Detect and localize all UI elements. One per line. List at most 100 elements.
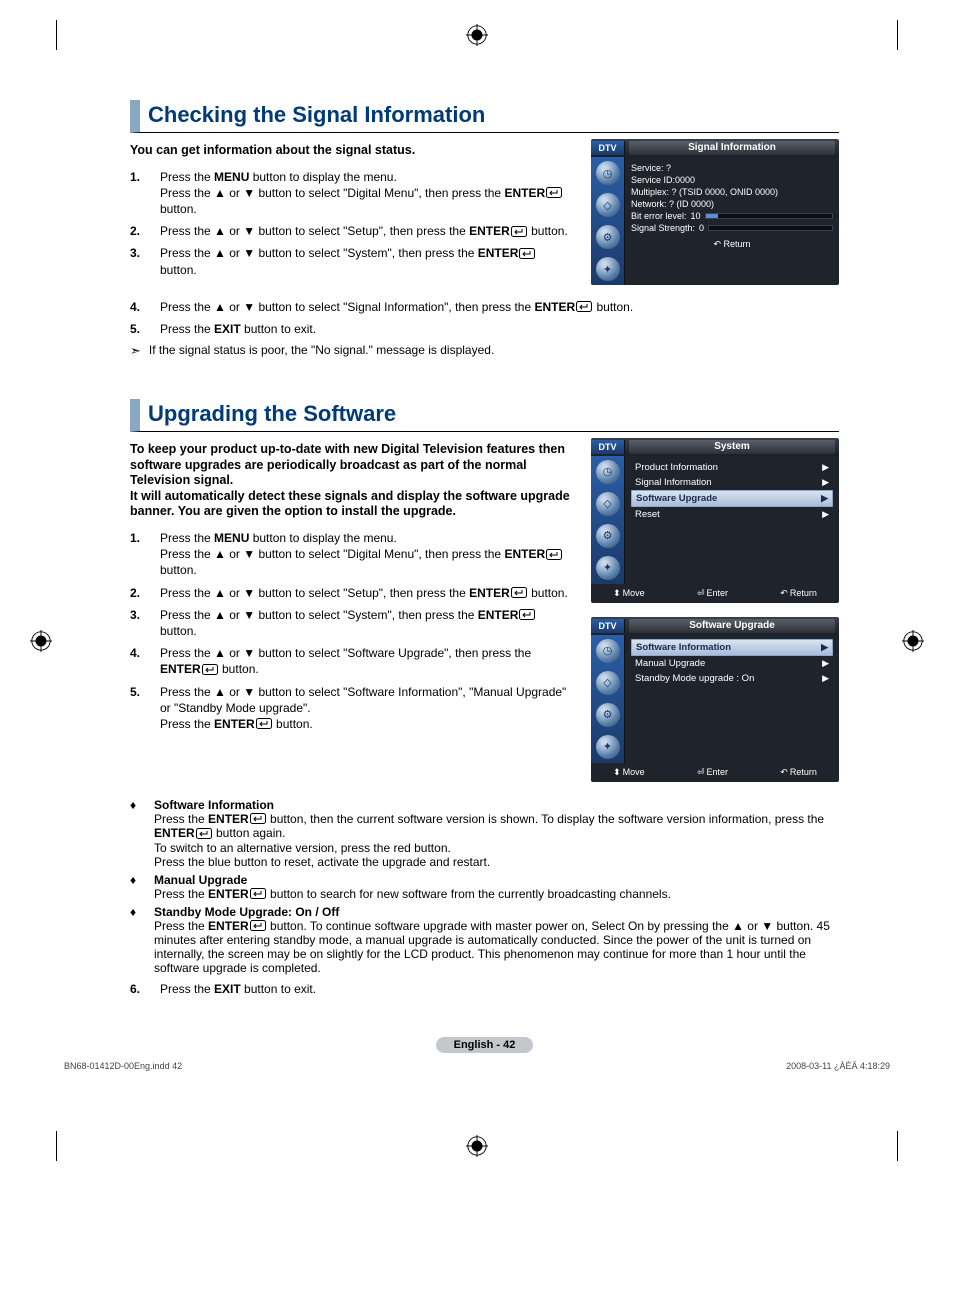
osd-footer-hints: ⬍ Move ⏎ Enter ↶ Return bbox=[591, 763, 839, 782]
print-footer: BN68-01412D-00Eng.indd 42 2008-03-11 ¿ÀÈ… bbox=[64, 1061, 890, 1071]
sub-bullet: ♦ Manual Upgrade Press the ENTER button … bbox=[130, 873, 839, 901]
enter-icon bbox=[546, 187, 562, 198]
osd-bit-error: Bit error level: 10 bbox=[631, 211, 833, 221]
enter-button-label: ENTER bbox=[160, 662, 201, 676]
osd-signal-strength: Signal Strength: 0 bbox=[631, 223, 833, 233]
osd-dtv-badge: DTV bbox=[591, 141, 625, 155]
osd-system: DTV System ◷ ◇ ⚙ ✦ Product Information▶ … bbox=[591, 438, 839, 603]
step-item: 1. Press the MENU button to display the … bbox=[130, 530, 575, 579]
osd-software-upgrade: DTV Software Upgrade ◷ ◇ ⚙ ✦ Software In… bbox=[591, 617, 839, 782]
osd-menu-item: Reset▶ bbox=[631, 507, 833, 522]
step-item: 3. Press the ▲ or ▼ button to select "Sy… bbox=[130, 607, 575, 639]
enter-icon bbox=[576, 301, 592, 312]
print-timestamp: 2008-03-11 ¿ÀÈÄ 4:18:29 bbox=[786, 1061, 890, 1071]
step-item: 4. Press the ▲ or ▼ button to select "Si… bbox=[130, 299, 839, 315]
registration-mark-icon bbox=[466, 24, 488, 46]
osd-icon: ⚙ bbox=[596, 524, 620, 548]
osd-title: Signal Information bbox=[629, 141, 835, 155]
enter-button-label: ENTER bbox=[469, 224, 510, 238]
step-item: 2. Press the ▲ or ▼ button to select "Se… bbox=[130, 585, 575, 601]
enter-button-label: ENTER bbox=[208, 812, 249, 826]
osd-icon: ◇ bbox=[596, 492, 620, 516]
step-item: 2. Press the ▲ or ▼ button to select "Se… bbox=[130, 223, 575, 239]
osd-title: System bbox=[629, 440, 835, 454]
enter-icon bbox=[250, 813, 266, 824]
osd-menu-item-selected: Software Information▶ bbox=[631, 639, 833, 656]
exit-button-label: EXIT bbox=[214, 322, 241, 336]
section-heading-signal: Checking the Signal Information bbox=[130, 100, 839, 133]
osd-menu-item-selected: Software Upgrade▶ bbox=[631, 490, 833, 507]
enter-icon bbox=[511, 587, 527, 598]
crop-marks-bottom bbox=[56, 1131, 898, 1161]
step-item: 1. Press the MENU button to display the … bbox=[130, 169, 575, 218]
osd-info-line: Service: ? bbox=[631, 163, 833, 173]
step-item: 3. Press the ▲ or ▼ button to select "Sy… bbox=[130, 245, 575, 277]
enter-icon bbox=[511, 226, 527, 237]
osd-icon-strip: ◷ ◇ ⚙ ✦ bbox=[591, 157, 625, 285]
osd-menu-item: Signal Information▶ bbox=[631, 475, 833, 490]
enter-button-label: ENTER bbox=[469, 586, 510, 600]
osd-icon: ◷ bbox=[596, 460, 620, 484]
enter-button-label: ENTER bbox=[504, 547, 545, 561]
osd-info-line: Multiplex: ? (TSID 0000, ONID 0000) bbox=[631, 187, 833, 197]
enter-icon bbox=[519, 248, 535, 259]
registration-mark-icon bbox=[466, 1135, 488, 1157]
menu-button-label: MENU bbox=[214, 531, 249, 545]
enter-button-label: ENTER bbox=[504, 186, 545, 200]
registration-mark-icon bbox=[30, 630, 52, 652]
osd-icon-strip: ◷ ◇ ⚙ ✦ bbox=[591, 456, 625, 584]
osd-icon: ✦ bbox=[596, 257, 620, 281]
osd-menu-item: Product Information▶ bbox=[631, 460, 833, 475]
step-item: 5. Press the ▲ or ▼ button to select "So… bbox=[130, 684, 575, 733]
page-number: English - 42 bbox=[130, 1037, 839, 1053]
menu-button-label: MENU bbox=[214, 170, 249, 184]
step-item: 6. Press the EXIT button to exit. bbox=[130, 981, 839, 997]
enter-icon bbox=[256, 718, 272, 729]
enter-icon bbox=[202, 664, 218, 675]
osd-menu-item: Standby Mode upgrade : On▶ bbox=[631, 671, 833, 686]
registration-mark-icon bbox=[902, 630, 924, 652]
osd-icon: ◇ bbox=[596, 193, 620, 217]
osd-icon: ✦ bbox=[596, 735, 620, 759]
enter-button-label: ENTER bbox=[208, 887, 249, 901]
enter-button-label: ENTER bbox=[534, 300, 575, 314]
sub-bullet-title: Standby Mode Upgrade: On / Off bbox=[154, 905, 839, 919]
step-item: 4. Press the ▲ or ▼ button to select "So… bbox=[130, 645, 575, 677]
page-content: Checking the Signal Information You can … bbox=[130, 100, 839, 1053]
enter-button-label: ENTER bbox=[208, 919, 249, 933]
osd-info-line: Service ID:0000 bbox=[631, 175, 833, 185]
enter-button-label: ENTER bbox=[154, 826, 195, 840]
section-heading-upgrade: Upgrading the Software bbox=[130, 399, 839, 432]
note-line: ➣ If the signal status is poor, the "No … bbox=[130, 343, 839, 359]
osd-info-line: Network: ? (ID 0000) bbox=[631, 199, 833, 209]
enter-icon bbox=[546, 549, 562, 560]
osd-icon: ⚙ bbox=[596, 225, 620, 249]
osd-icon: ✦ bbox=[596, 556, 620, 580]
note-arrow-icon: ➣ bbox=[130, 343, 141, 359]
enter-icon bbox=[250, 920, 266, 931]
enter-icon bbox=[519, 609, 535, 620]
sub-bullet: ♦ Standby Mode Upgrade: On / Off Press t… bbox=[130, 905, 839, 975]
crop-marks-top bbox=[56, 20, 898, 50]
enter-button-label: ENTER bbox=[478, 608, 519, 622]
intro-text: To keep your product up-to-date with new… bbox=[130, 442, 575, 520]
intro-text: You can get information about the signal… bbox=[130, 143, 575, 159]
osd-menu-item: Manual Upgrade▶ bbox=[631, 656, 833, 671]
osd-icon: ◇ bbox=[596, 671, 620, 695]
osd-icon: ◷ bbox=[596, 639, 620, 663]
exit-button-label: EXIT bbox=[214, 982, 241, 996]
enter-icon bbox=[250, 888, 266, 899]
print-file-name: BN68-01412D-00Eng.indd 42 bbox=[64, 1061, 182, 1071]
osd-dtv-badge: DTV bbox=[591, 440, 625, 454]
enter-button-label: ENTER bbox=[214, 717, 255, 731]
osd-title: Software Upgrade bbox=[629, 619, 835, 633]
osd-signal-information: DTV Signal Information ◷ ◇ ⚙ ✦ Service: … bbox=[591, 139, 839, 285]
osd-return-hint: ↶ Return bbox=[631, 235, 833, 252]
osd-icon-strip: ◷ ◇ ⚙ ✦ bbox=[591, 635, 625, 763]
osd-dtv-badge: DTV bbox=[591, 619, 625, 633]
enter-icon bbox=[196, 828, 212, 839]
sub-bullet: ♦ Software Information Press the ENTER b… bbox=[130, 798, 839, 869]
step-item: 5. Press the EXIT button to exit. bbox=[130, 321, 839, 337]
enter-button-label: ENTER bbox=[478, 246, 519, 260]
sub-bullet-title: Manual Upgrade bbox=[154, 873, 839, 887]
